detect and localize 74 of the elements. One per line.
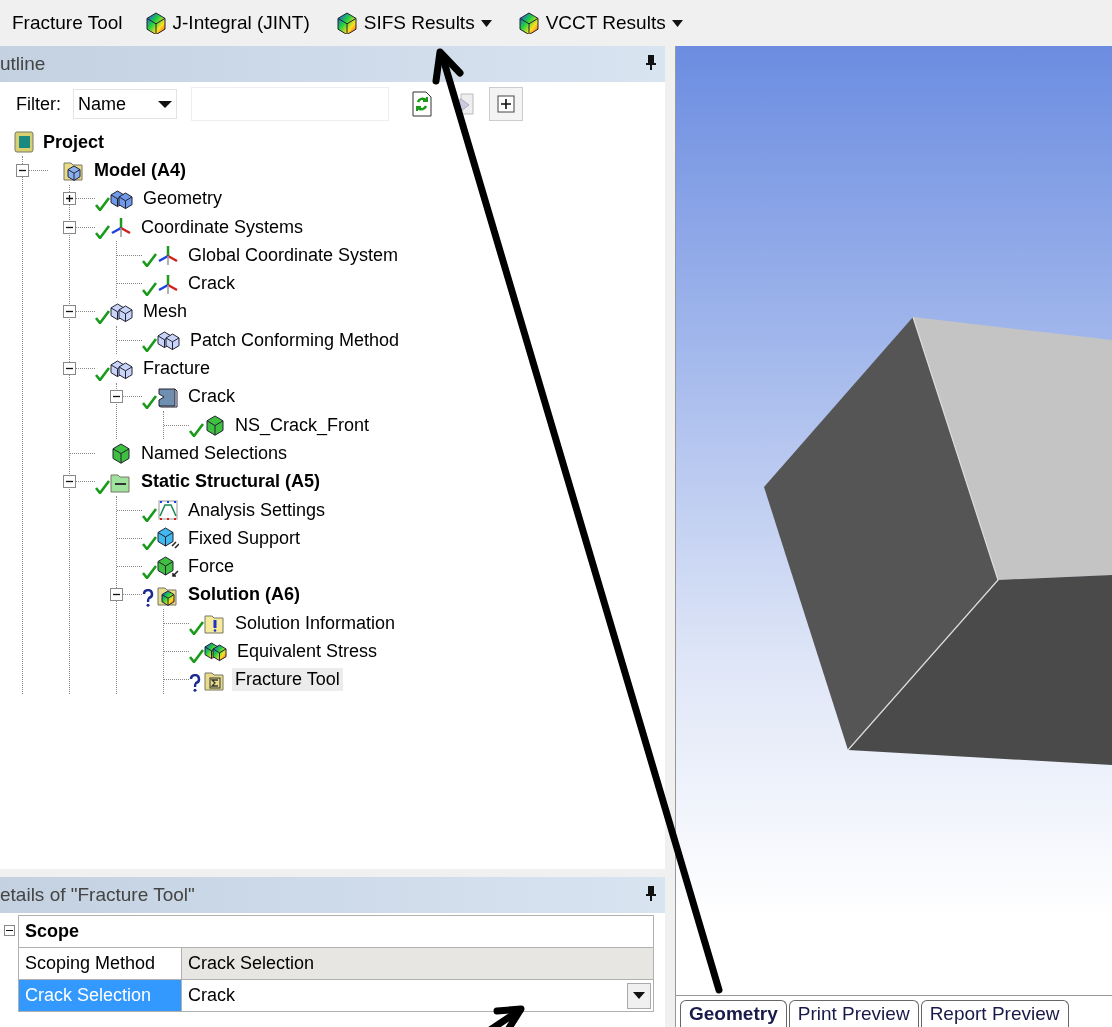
- notched-block-icon: [157, 385, 179, 408]
- tree-item[interactable]: Solution Information: [232, 611, 399, 635]
- tree-item[interactable]: Crack: [185, 385, 238, 409]
- toolbar-title: Fracture Tool: [12, 12, 123, 34]
- filter-label: Filter:: [16, 93, 61, 115]
- info-icon: [204, 612, 226, 635]
- cubes-icon: [204, 640, 228, 663]
- tree-item[interactable]: Fixed Support: [185, 526, 304, 550]
- pin-icon: [645, 885, 657, 901]
- chart-icon: [157, 499, 179, 521]
- tree-item[interactable]: Equivalent Stress: [234, 640, 381, 663]
- caret-icon: [158, 100, 172, 108]
- tree-item[interactable]: Fracture: [140, 357, 214, 380]
- cube-icon: [204, 414, 226, 437]
- cube-icon: [144, 12, 167, 34]
- cubes-icon: [110, 187, 134, 210]
- tree-item[interactable]: Named Selections: [138, 441, 291, 465]
- tree-item[interactable]: Force: [185, 555, 237, 579]
- dropdown-button[interactable]: VCCT Results: [513, 10, 687, 36]
- pin-icon: [645, 54, 657, 70]
- filter-dropdown[interactable]: Name: [73, 89, 177, 119]
- tree-expander[interactable]: [16, 163, 29, 177]
- tree-item[interactable]: Project: [40, 130, 108, 154]
- axes-icon: [157, 244, 179, 267]
- tree-item[interactable]: Analysis Settings: [185, 498, 329, 522]
- group-header[interactable]: Scope: [18, 915, 654, 948]
- cube-icon: [517, 12, 540, 34]
- expand-icon: [64, 193, 75, 205]
- tree-expander[interactable]: [110, 588, 123, 602]
- view-tab[interactable]: Geometry: [680, 1000, 787, 1027]
- cube-icon: [157, 527, 179, 550]
- tree-item[interactable]: Coordinate Systems: [138, 215, 307, 239]
- panel-title: utline: [0, 53, 46, 75]
- tree-item[interactable]: Mesh: [140, 300, 190, 324]
- tree-item[interactable]: Static Structural (A5): [138, 470, 324, 494]
- tree-expander[interactable]: [63, 475, 76, 489]
- panel-title: etails of "Fracture Tool": [0, 884, 195, 906]
- cube-icon: [157, 555, 179, 578]
- cube-icon: [110, 442, 132, 465]
- cubes-icon: [110, 357, 134, 380]
- tree-item[interactable]: Crack: [185, 272, 238, 296]
- plus-icon: [497, 95, 515, 113]
- tree-item[interactable]: Global Coordinate System: [185, 243, 402, 267]
- tree-expander[interactable]: [63, 362, 76, 375]
- dropdown-button[interactable]: [627, 982, 651, 1009]
- book-icon: [14, 131, 34, 154]
- tree-item[interactable]: Patch Conforming Method: [187, 328, 403, 352]
- tree-expander[interactable]: [110, 390, 123, 404]
- tree-item[interactable]: NS_Crack_Front: [232, 413, 373, 437]
- toolbar-button[interactable]: J-Integral (JINT): [140, 10, 314, 36]
- dropdown-button[interactable]: SIFS Results: [331, 10, 496, 36]
- property-value[interactable]: Crack: [188, 985, 235, 1006]
- expand-button[interactable]: [489, 87, 523, 121]
- cube-icon: [335, 12, 358, 34]
- tree-item[interactable]: Fracture Tool: [232, 668, 343, 692]
- axes-icon: [110, 216, 132, 239]
- refresh-icon: [411, 91, 433, 117]
- caret-icon: [480, 19, 492, 27]
- cubes-icon: [157, 329, 181, 352]
- folder-icon: [63, 159, 85, 182]
- caret-icon: [671, 19, 683, 27]
- tree-item[interactable]: Model (A4): [91, 158, 189, 182]
- property-value: Crack Selection: [181, 947, 654, 980]
- tree-expander[interactable]: [63, 192, 76, 206]
- tree-expander[interactable]: [63, 305, 76, 319]
- cubes-icon: [110, 300, 134, 323]
- property-label[interactable]: Scoping Method: [18, 947, 182, 980]
- tree-expander[interactable]: [63, 220, 76, 234]
- caret-icon: [633, 992, 645, 999]
- tree-item[interactable]: Geometry: [140, 187, 226, 211]
- tree-item[interactable]: Solution (A6): [185, 583, 303, 607]
- view-tab[interactable]: Report Preview: [920, 1000, 1069, 1027]
- view-tab[interactable]: Print Preview: [788, 1000, 919, 1027]
- axes-icon: [157, 272, 179, 295]
